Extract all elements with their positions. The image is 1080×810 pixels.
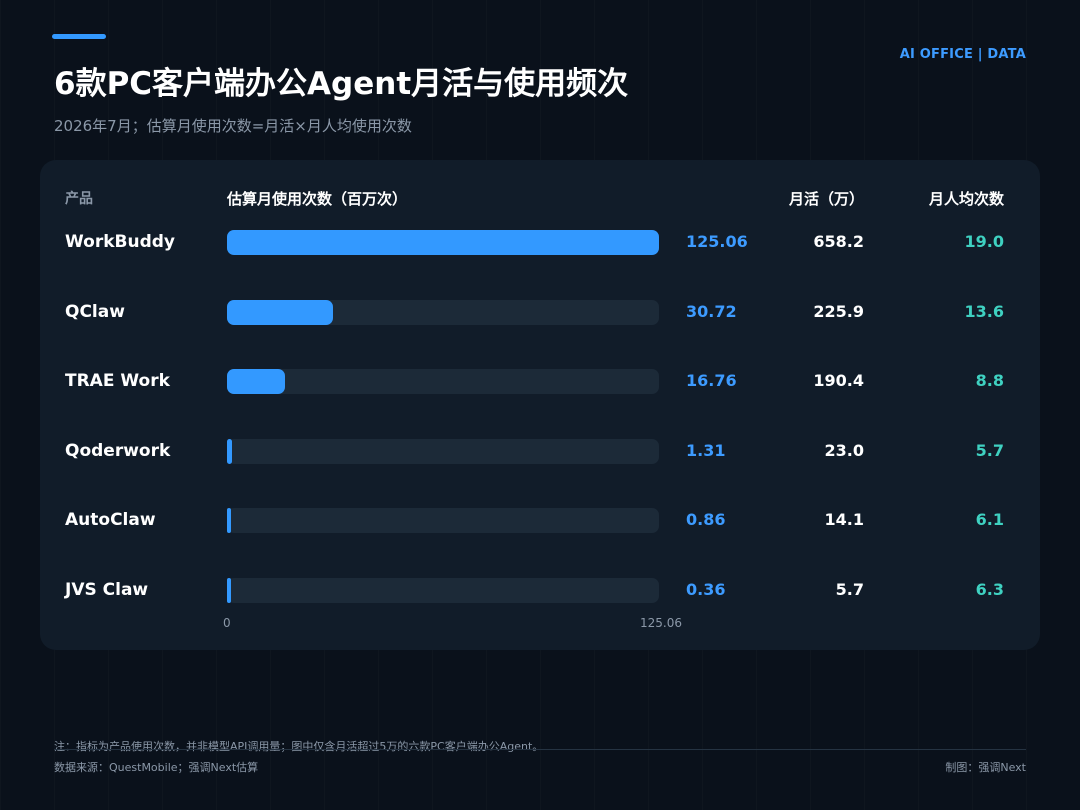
bar-value-label: 30.72 xyxy=(686,301,737,321)
table-row: TRAE Work 16.76 190.4 8.8 xyxy=(40,367,1040,395)
chart-card: 产品 估算月使用次数（百万次） 月活（万） 月人均次数 WorkBuddy 125… xyxy=(40,160,1040,650)
frequency-value: 19.0 xyxy=(964,232,1004,251)
table-row: WorkBuddy 125.06 658.2 19.0 xyxy=(40,228,1040,256)
column-header-mau: 月活（万） xyxy=(788,190,864,208)
bar-value-label: 16.76 xyxy=(686,371,737,391)
bar-track xyxy=(227,508,659,534)
brand-label: AI OFFICE | DATA xyxy=(899,47,1026,62)
bar xyxy=(227,230,659,255)
frequency-value: 6.3 xyxy=(975,580,1004,599)
mau-value: 190.4 xyxy=(813,371,864,391)
product-name: Qoderwork xyxy=(65,440,171,461)
mau-value: 658.2 xyxy=(813,232,864,251)
bar xyxy=(227,578,231,603)
bar-track xyxy=(227,578,659,603)
bar xyxy=(227,438,232,464)
column-header-product: 产品 xyxy=(65,191,93,207)
bar-track xyxy=(227,299,659,325)
footer-divider xyxy=(54,749,1026,750)
table-row: Qoderwork 1.31 23.0 5.7 xyxy=(40,437,1040,465)
frequency-value: 13.6 xyxy=(964,301,1004,321)
bar-value-label: 1.31 xyxy=(686,440,726,460)
bar-track xyxy=(227,230,659,255)
frequency-value: 5.7 xyxy=(975,440,1004,460)
bar-value-label: 0.86 xyxy=(686,510,726,530)
bar xyxy=(227,369,285,395)
product-name: WorkBuddy xyxy=(65,232,175,252)
bar-track xyxy=(227,438,659,464)
table-row: AutoClaw 0.86 14.1 6.1 xyxy=(40,506,1040,534)
page-subtitle: 2026年7月；估算月使用次数=月活×月人均使用次数 xyxy=(54,117,412,135)
accent-line xyxy=(52,34,106,39)
bar xyxy=(227,299,334,325)
table-row: JVS Claw 0.36 5.7 6.3 xyxy=(40,576,1040,604)
footer-note: 注：指标为产品使用次数，并非模型API调用量；图中仅含月活超过5万的六款PC客户… xyxy=(54,740,544,753)
column-header-usage: 估算月使用次数（百万次） xyxy=(227,190,408,208)
product-name: JVS Claw xyxy=(65,580,149,600)
table-row: QClaw 30.72 225.9 13.6 xyxy=(40,298,1040,326)
mau-value: 5.7 xyxy=(835,580,864,599)
axis-tick-max: 125.06 xyxy=(640,616,682,630)
bar-track xyxy=(227,369,659,395)
frequency-value: 6.1 xyxy=(975,510,1004,530)
mau-value: 14.1 xyxy=(824,510,864,530)
bar-value-label: 0.36 xyxy=(686,580,726,599)
page-title: 6款PC客户端办公Agent月活与使用频次 xyxy=(54,66,629,102)
mau-value: 225.9 xyxy=(813,301,864,321)
footer-source: 数据来源：QuestMobile；强调Next估算 xyxy=(54,761,259,774)
bar xyxy=(227,508,231,534)
axis-tick-min: 0 xyxy=(223,616,231,630)
product-name: QClaw xyxy=(65,301,125,322)
mau-value: 23.0 xyxy=(824,440,864,460)
frequency-value: 8.8 xyxy=(975,371,1004,391)
product-name: AutoClaw xyxy=(65,510,156,531)
column-header-frequency: 月人均次数 xyxy=(928,190,1004,208)
product-name: TRAE Work xyxy=(65,371,170,392)
footer-credit: 制图：强调Next xyxy=(945,761,1026,774)
bar-value-label: 125.06 xyxy=(686,232,748,251)
